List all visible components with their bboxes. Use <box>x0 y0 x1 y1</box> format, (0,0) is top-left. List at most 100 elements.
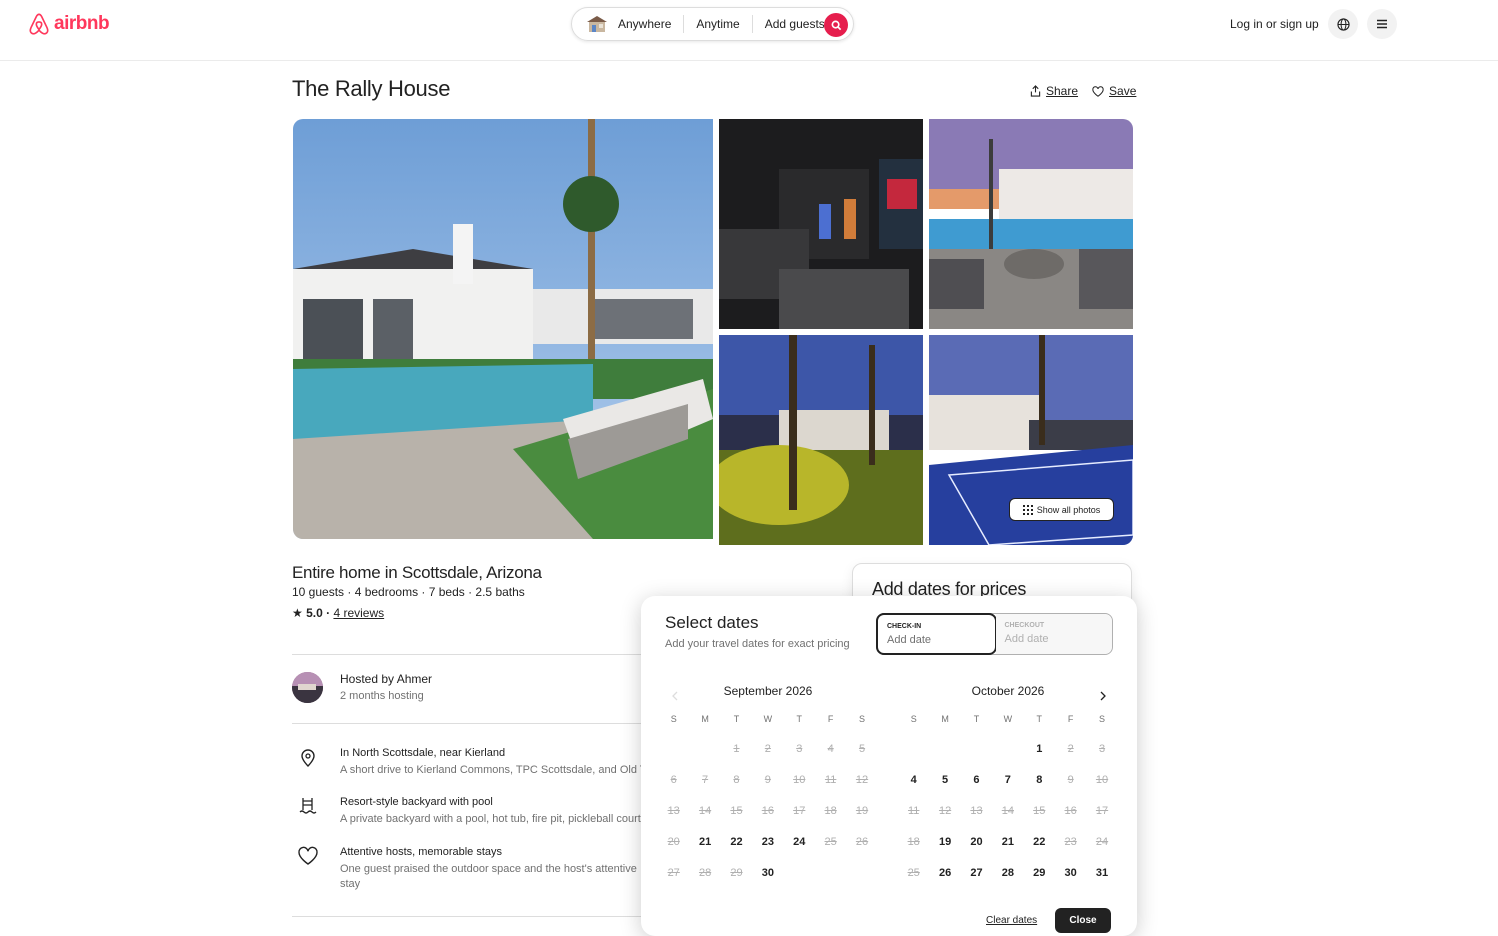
reviews-link[interactable]: 4 reviews <box>333 606 384 620</box>
feature-desc: A private backyard with a pool, hot tub,… <box>340 813 644 825</box>
calendar-day-unavailable: 11 <box>907 805 920 817</box>
photo-putting-green[interactable] <box>719 335 923 545</box>
photo-theater[interactable] <box>719 119 923 329</box>
calendar-day[interactable]: 7 <box>992 765 1023 796</box>
share-icon <box>1030 85 1041 97</box>
calendar-day-unavailable: 14 <box>1001 805 1014 817</box>
weekday-label: W <box>1003 714 1013 724</box>
search-button[interactable] <box>824 13 848 37</box>
feature-desc: One guest praised the outdoor space and … <box>340 863 637 875</box>
close-button[interactable]: Close <box>1055 908 1111 933</box>
calendar-day-unavailable: 24 <box>1095 836 1109 848</box>
divider <box>292 916 652 917</box>
calendar-day-unavailable: 16 <box>1064 805 1077 817</box>
weekday-label: T <box>733 714 740 724</box>
pool-photo <box>293 119 713 539</box>
calendar-day[interactable]: 29 <box>1024 858 1055 889</box>
calendar-day[interactable]: 26 <box>929 858 960 889</box>
calendar-day[interactable]: 21 <box>689 827 720 858</box>
date-picker-title: Select dates <box>665 613 759 632</box>
calendar-day[interactable]: 30 <box>1055 858 1086 889</box>
language-button[interactable] <box>1328 9 1358 39</box>
share-label: Share <box>1046 84 1079 98</box>
photo-patio[interactable] <box>929 119 1133 329</box>
feature-title: In North Scottsdale, near Kierland <box>340 747 506 759</box>
calendar-month: September 2026 S M T W T F S 1 2 3 4 5 6 7 8 9 10 11 12 13 1… <box>658 684 878 889</box>
clear-dates-button[interactable]: Clear dates <box>986 915 1037 926</box>
weekday-label: T <box>796 714 803 724</box>
share-button[interactable]: Share <box>1030 84 1078 98</box>
calendar-day-unavailable: 14 <box>698 805 712 817</box>
calendar-day-unavailable: 3 <box>796 743 803 755</box>
calendar-day-unavailable: 1 <box>733 743 740 755</box>
checkout-value: Add date <box>1004 633 1049 645</box>
listing-title: The Rally House <box>292 76 451 101</box>
listing-subtitle: Entire home in Scottsdale, Arizona <box>292 563 542 582</box>
calendar-day-unavailable: 18 <box>824 805 837 817</box>
calendar-day-unavailable: 26 <box>855 836 869 848</box>
feature-desc-cont: stay <box>340 878 361 890</box>
calendar-day-unavailable: 25 <box>907 867 920 879</box>
checkout-field[interactable]: CHECKOUT Add date <box>995 614 1112 654</box>
hamburger-icon <box>1377 19 1387 29</box>
calendar-day[interactable]: 4 <box>898 765 929 796</box>
show-all-photos-button[interactable]: Show all photos <box>1009 498 1114 521</box>
calendar-day[interactable]: 31 <box>1086 858 1117 889</box>
host-avatar[interactable] <box>292 672 323 703</box>
calendar-day[interactable]: 5 <box>929 765 960 796</box>
calendar-day-unavailable: 12 <box>938 805 952 817</box>
date-inputs: CHECK-IN Add date CHECKOUT Add date <box>876 613 1113 655</box>
empty-day <box>658 734 689 765</box>
calendar-day[interactable]: 20 <box>961 827 992 858</box>
checkin-field[interactable]: CHECK-IN Add date <box>876 613 997 655</box>
menu-button[interactable] <box>1367 9 1397 39</box>
host-avatar-photo <box>292 672 323 703</box>
calendar-day-unavailable: 8 <box>733 774 740 786</box>
search-bar[interactable]: Anywhere Anytime Add guests <box>571 7 854 41</box>
month-title: September 2026 <box>723 684 813 698</box>
calendar-day[interactable]: 6 <box>961 765 992 796</box>
calendar-day-unavailable: 10 <box>793 774 806 786</box>
calendar-day[interactable]: 22 <box>1024 827 1055 858</box>
weekday-label: T <box>973 714 980 724</box>
calendar-day-unavailable: 16 <box>761 805 774 817</box>
calendar-day-unavailable: 10 <box>1095 774 1109 786</box>
calendar-day[interactable]: 1 <box>1024 734 1055 765</box>
calendar-day[interactable]: 30 <box>752 858 783 889</box>
calendar-day[interactable]: 19 <box>929 827 960 858</box>
heart-icon <box>298 846 318 865</box>
calendar-day[interactable]: 22 <box>721 827 752 858</box>
calendar-day-unavailable: 2 <box>764 743 771 755</box>
top-header: airbnb Anywhere Anytime Add guests Log i… <box>0 0 1498 61</box>
photo-main-pool[interactable] <box>293 119 713 539</box>
search-where[interactable]: Anywhere <box>614 15 685 33</box>
login-link[interactable]: Log in or sign up <box>1230 17 1319 31</box>
date-picker-popover: Select dates Add your travel dates for e… <box>641 596 1137 936</box>
search-when[interactable]: Anytime <box>684 15 753 33</box>
weekday-label: S <box>910 714 917 724</box>
calendar-day-unavailable: 3 <box>1098 743 1106 755</box>
calendar-month: October 2026 S M T W T F S 1 2 3 4 5 6 7 8 9 10 11 12 13 14 1… <box>898 684 1118 889</box>
calendar-day[interactable]: 27 <box>961 858 992 889</box>
calendar-day-unavailable: 2 <box>1067 743 1074 755</box>
airbnb-logo[interactable]: airbnb <box>28 12 110 36</box>
calendar-day[interactable]: 8 <box>1024 765 1055 796</box>
globe-icon <box>1336 17 1350 31</box>
calendar-day[interactable]: 24 <box>784 827 815 858</box>
calendar-day[interactable]: 21 <box>992 827 1023 858</box>
checkin-label: CHECK-IN <box>887 623 922 630</box>
calendar-day-unavailable: 5 <box>858 743 866 755</box>
save-button[interactable]: Save <box>1092 84 1136 98</box>
weekday-label: M <box>701 714 709 724</box>
airbnb-logo-icon <box>29 13 49 35</box>
heart-icon <box>1092 85 1104 97</box>
calendar-day-unavailable: 28 <box>698 867 712 879</box>
weekday-label: W <box>763 714 773 724</box>
checkin-value: Add date <box>887 634 932 646</box>
save-label: Save <box>1109 84 1137 98</box>
weekday-label: S <box>670 714 677 724</box>
calendar-day-unavailable: 4 <box>827 743 834 755</box>
calendar-day[interactable]: 28 <box>992 858 1023 889</box>
calendar-day[interactable]: 23 <box>752 827 783 858</box>
pool-icon <box>299 798 317 814</box>
